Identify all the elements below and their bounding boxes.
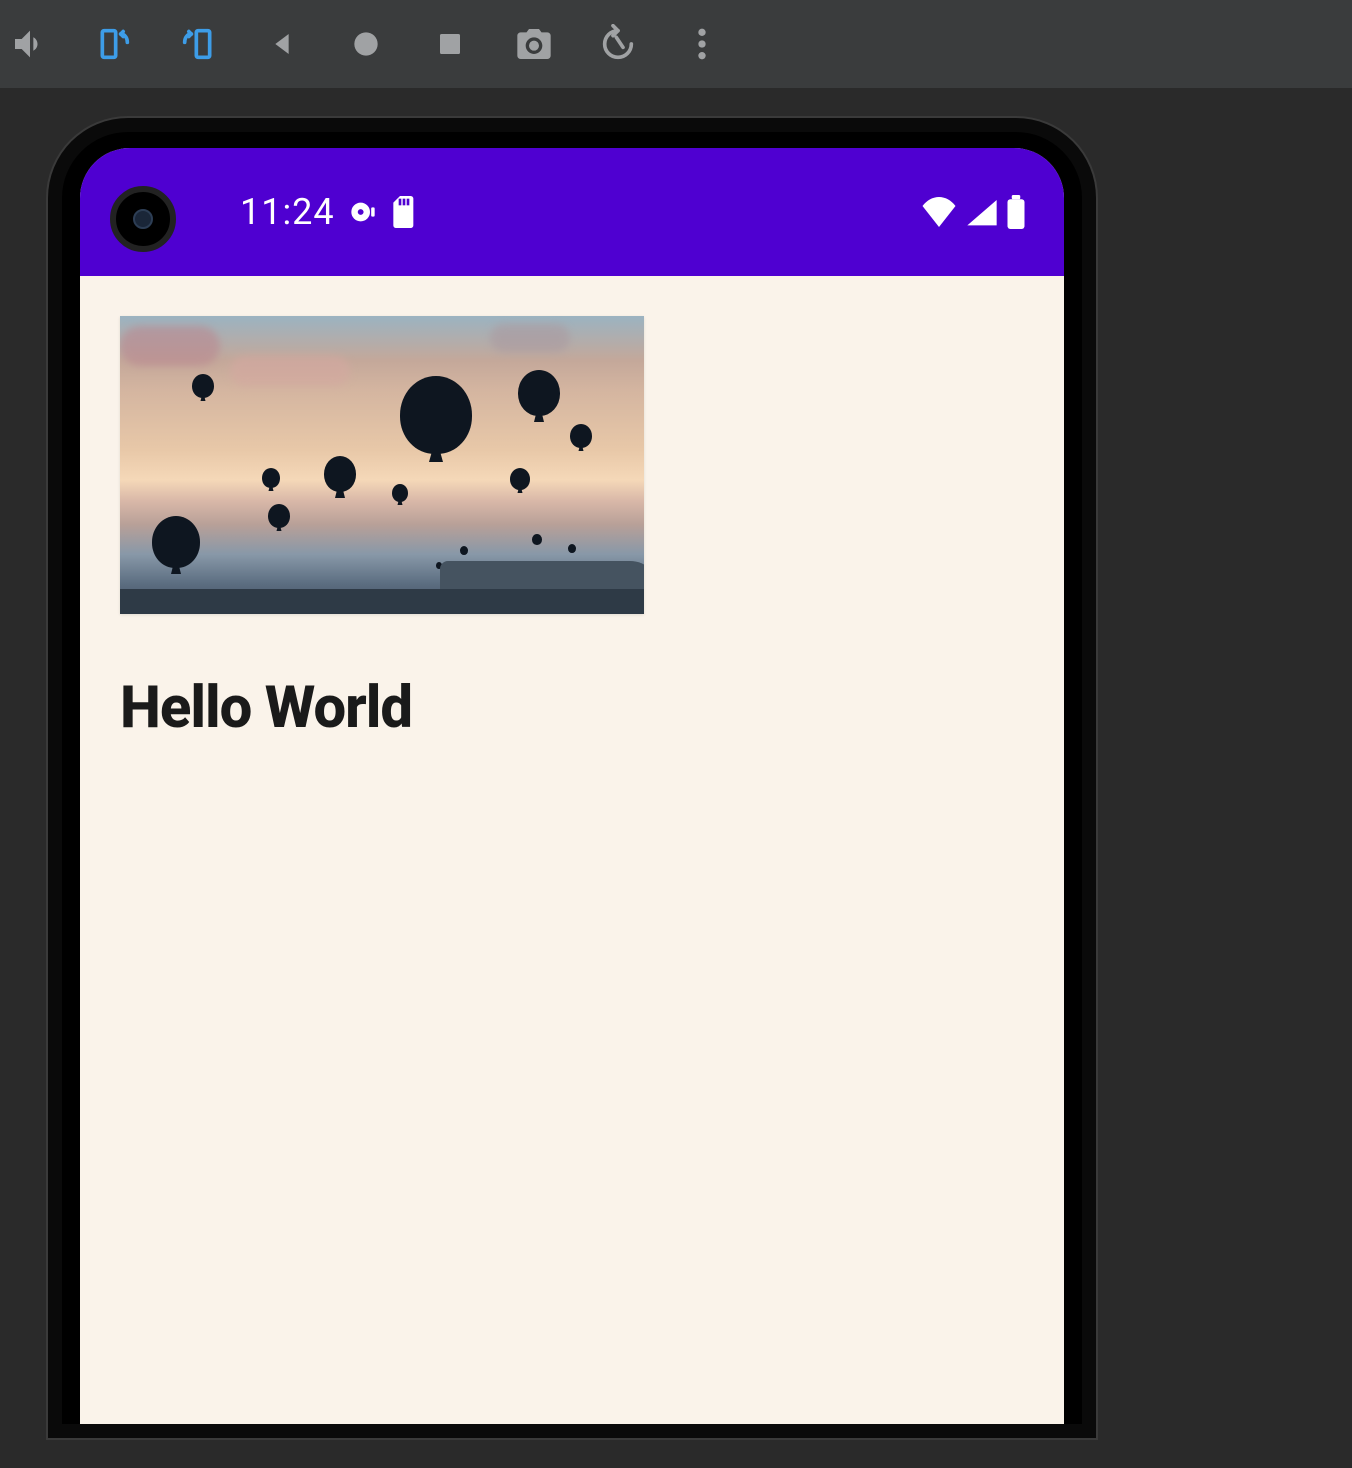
back-icon[interactable] — [262, 24, 302, 64]
camera-icon[interactable] — [514, 24, 554, 64]
status-right — [920, 195, 1026, 229]
battery-icon — [1006, 195, 1026, 229]
disc-icon — [349, 198, 377, 226]
rotate-right-icon[interactable] — [178, 24, 218, 64]
content-image — [120, 316, 644, 614]
restart-icon[interactable] — [598, 24, 638, 64]
emulator-toolbar — [0, 0, 1352, 88]
signal-icon — [966, 197, 998, 227]
rotate-left-icon[interactable] — [94, 24, 134, 64]
volume-icon[interactable] — [10, 24, 50, 64]
wifi-icon — [920, 197, 958, 227]
app-content: Hello World — [80, 276, 1064, 782]
record-icon[interactable] — [346, 24, 386, 64]
more-icon[interactable] — [682, 24, 722, 64]
stop-icon[interactable] — [430, 24, 470, 64]
status-bar: 11:24 — [80, 148, 1064, 276]
status-time: 11:24 — [240, 191, 335, 233]
status-left: 11:24 — [240, 191, 417, 233]
content-heading: Hello World — [120, 674, 1024, 742]
phone-inner: 11:24 — [62, 132, 1082, 1424]
emulator-viewport: 11:24 — [0, 88, 1352, 1468]
phone-screen: 11:24 — [80, 148, 1064, 1424]
camera-cutout — [110, 186, 176, 252]
phone-frame: 11:24 — [48, 118, 1096, 1438]
sd-card-icon — [391, 196, 417, 228]
